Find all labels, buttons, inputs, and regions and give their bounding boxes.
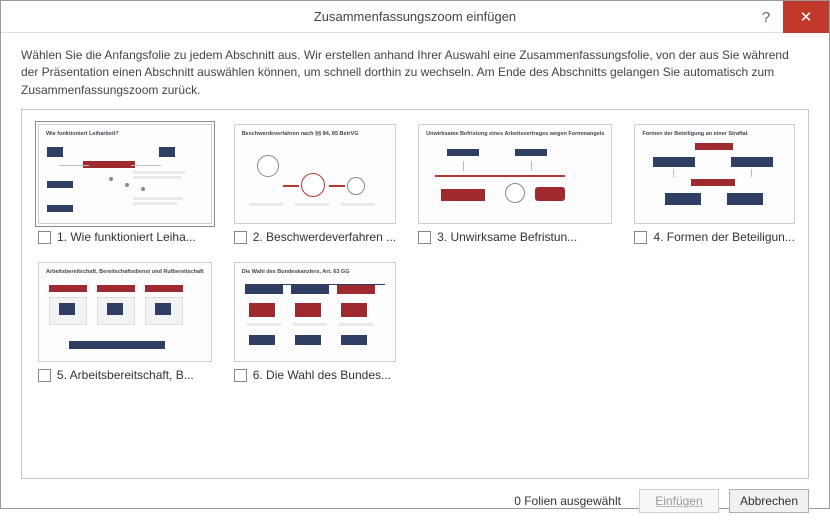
slide-caption-4: 4. Formen der Beteiligun... [653, 230, 794, 244]
slide-panel: Wie funktioniert Leiharbeit? 1. Wie funk… [21, 109, 809, 479]
thumb-title: Formen der Beteiligung an einer Straftat [642, 131, 786, 137]
slide-checkbox-4[interactable] [634, 231, 647, 244]
slide-thumb-3[interactable]: Unwirksame Befristung eines Arbeitsvertr… [418, 124, 612, 224]
dialog-title: Zusammenfassungszoom einfügen [314, 9, 516, 24]
slide-thumb-5[interactable]: Arbeitsbereitschaft, Bereitschaftsdienst… [38, 262, 212, 362]
slide-checkbox-5[interactable] [38, 369, 51, 382]
slide-grid: Wie funktioniert Leiharbeit? 1. Wie funk… [38, 124, 792, 382]
thumb-title: Beschwerdeverfahren nach §§ 84, 85 BetrV… [242, 131, 388, 137]
help-button[interactable]: ? [749, 1, 783, 33]
selection-status: 0 Folien ausgewählt [514, 494, 621, 508]
window-buttons: ? ✕ [749, 1, 829, 32]
insert-button-label: Einfügen [655, 494, 702, 508]
slide-item-4[interactable]: Formen der Beteiligung an einer Straftat… [634, 124, 794, 244]
insert-button[interactable]: Einfügen [639, 489, 719, 513]
slide-item-6[interactable]: Die Wahl des Bundeskanzlers, Art. 63 GG … [234, 262, 396, 382]
cancel-button[interactable]: Abbrechen [729, 489, 809, 513]
slide-checkbox-3[interactable] [418, 231, 431, 244]
thumb-title: Wie funktioniert Leiharbeit? [46, 131, 204, 137]
slide-thumb-6[interactable]: Die Wahl des Bundeskanzlers, Art. 63 GG [234, 262, 396, 362]
slide-checkbox-1[interactable] [38, 231, 51, 244]
slide-thumb-2[interactable]: Beschwerdeverfahren nach §§ 84, 85 BetrV… [234, 124, 396, 224]
slide-thumb-4[interactable]: Formen der Beteiligung an einer Straftat [634, 124, 794, 224]
slide-item-2[interactable]: Beschwerdeverfahren nach §§ 84, 85 BetrV… [234, 124, 396, 244]
slide-checkbox-2[interactable] [234, 231, 247, 244]
dialog-footer: 0 Folien ausgewählt Einfügen Abbrechen [1, 479, 829, 523]
titlebar: Zusammenfassungszoom einfügen ? ✕ [1, 1, 829, 33]
slide-checkbox-6[interactable] [234, 369, 247, 382]
slide-caption-5: 5. Arbeitsbereitschaft, B... [57, 368, 194, 382]
slide-thumb-1[interactable]: Wie funktioniert Leiharbeit? [38, 124, 212, 224]
cancel-button-label: Abbrechen [740, 494, 798, 508]
slide-caption-2: 2. Beschwerdeverfahren ... [253, 230, 396, 244]
slide-item-3[interactable]: Unwirksame Befristung eines Arbeitsvertr… [418, 124, 612, 244]
slide-item-1[interactable]: Wie funktioniert Leiharbeit? 1. Wie funk… [38, 124, 212, 244]
thumb-title: Die Wahl des Bundeskanzlers, Art. 63 GG [242, 269, 388, 275]
thumb-title: Unwirksame Befristung eines Arbeitsvertr… [426, 131, 604, 137]
slide-caption-1: 1. Wie funktioniert Leiha... [57, 230, 196, 244]
close-button[interactable]: ✕ [783, 1, 829, 33]
slide-caption-6: 6. Die Wahl des Bundes... [253, 368, 391, 382]
thumb-title: Arbeitsbereitschaft, Bereitschaftsdienst… [46, 269, 204, 275]
slide-item-5[interactable]: Arbeitsbereitschaft, Bereitschaftsdienst… [38, 262, 212, 382]
intro-text: Wählen Sie die Anfangsfolie zu jedem Abs… [1, 33, 829, 109]
slide-caption-3: 3. Unwirksame Befristun... [437, 230, 577, 244]
